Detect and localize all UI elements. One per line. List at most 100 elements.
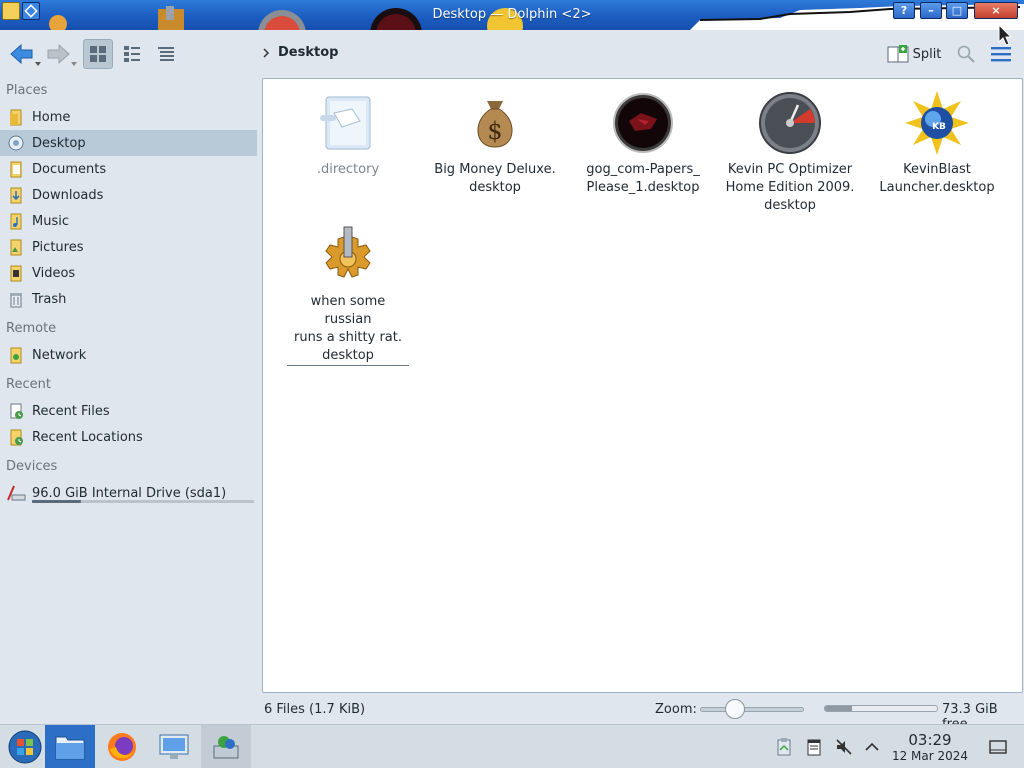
- start-orb-icon: [8, 730, 42, 764]
- kevinblast-icon: KB: [905, 91, 969, 155]
- details-view-icon: [158, 47, 174, 61]
- tray-expand[interactable]: [862, 737, 882, 757]
- sidebar-item-music[interactable]: Music: [0, 208, 262, 234]
- sidebar-item-desktop[interactable]: Desktop: [0, 130, 257, 156]
- details-view-button[interactable]: [151, 39, 181, 69]
- back-arrow-icon: [10, 43, 33, 65]
- breadcrumb[interactable]: Desktop: [262, 45, 338, 60]
- clipboard-icon: [777, 738, 791, 756]
- sidebar-item-home[interactable]: Home: [0, 104, 262, 130]
- task-system-settings[interactable]: [149, 725, 199, 768]
- home-folder-icon: [6, 107, 26, 127]
- speedometer-icon: [759, 92, 821, 154]
- sidebar-item-label: Pictures: [32, 239, 84, 255]
- section-remote: Remote: [6, 321, 57, 336]
- start-button[interactable]: [0, 725, 50, 768]
- sidebar-item-recent-locations[interactable]: Recent Locations: [0, 424, 262, 450]
- split-button[interactable]: Split: [886, 38, 942, 70]
- forward-button[interactable]: [44, 38, 78, 70]
- file-item[interactable]: .directory: [278, 91, 418, 179]
- volume-muted-icon: [836, 739, 852, 755]
- split-label: Split: [912, 46, 942, 62]
- file-label: KevinBlast Launcher.desktop: [879, 162, 995, 195]
- toolbar: Desktop Split: [0, 30, 1024, 78]
- split-view-icon: [887, 45, 909, 63]
- tray-volume[interactable]: [834, 737, 854, 757]
- zoom-slider-handle[interactable]: [725, 699, 746, 719]
- sidebar-item-label: Downloads: [32, 187, 104, 203]
- monitor-settings-icon: [159, 734, 189, 759]
- task-firefox[interactable]: [97, 725, 147, 768]
- money-bag-icon: $: [477, 101, 513, 148]
- tray-notes[interactable]: [804, 737, 824, 757]
- sidebar-item-label: Network: [32, 347, 87, 363]
- minimize-button[interactable]: –: [920, 2, 942, 19]
- mouse-cursor-icon: [998, 24, 1012, 46]
- downloads-folder-icon: [6, 185, 26, 205]
- sidebar-item-label: Trash: [32, 291, 67, 307]
- back-button[interactable]: [8, 38, 42, 70]
- back-dropdown-icon: [35, 62, 41, 66]
- zoom-slider[interactable]: [700, 707, 804, 712]
- svg-text:$: $: [487, 117, 502, 145]
- forward-dropdown-icon: [71, 62, 77, 66]
- music-folder-icon: [6, 211, 26, 231]
- section-places: Places: [6, 83, 48, 98]
- sidebar-item-videos[interactable]: Videos: [0, 260, 262, 286]
- search-button[interactable]: [955, 38, 977, 70]
- window-title: Desktop — Dolphin <2>: [432, 7, 592, 22]
- file-item[interactable]: $ Big Money Deluxe. desktop: [425, 91, 565, 197]
- file-item[interactable]: KB KevinBlast Launcher.desktop: [867, 91, 1007, 197]
- icons-view-button[interactable]: [83, 39, 113, 69]
- maximize-button[interactable]: □: [946, 2, 968, 19]
- trash-icon: [6, 289, 26, 309]
- sidebar-item-label: Documents: [32, 161, 107, 177]
- show-desktop-icon: [989, 740, 1007, 754]
- notes-icon: [807, 739, 821, 756]
- file-item[interactable]: Kevin PC Optimizer Home Edition 2009. de…: [720, 91, 860, 215]
- desktop-icon: [6, 133, 26, 153]
- help-button[interactable]: ?: [893, 2, 915, 19]
- sidebar-item-documents[interactable]: Documents: [0, 156, 262, 182]
- task-installer[interactable]: [201, 725, 251, 768]
- free-space-fill: [825, 706, 852, 711]
- clock[interactable]: 03:29 12 Mar 2024: [884, 731, 976, 764]
- clock-time: 03:29: [908, 731, 952, 749]
- forward-arrow-icon: [47, 43, 70, 65]
- search-icon: [957, 45, 975, 63]
- folder-icon: [55, 736, 85, 760]
- sidebar-item-label: Home: [32, 109, 71, 125]
- svg-text:KB: KB: [932, 122, 946, 132]
- tray-clipboard[interactable]: [774, 737, 794, 757]
- show-desktop-button[interactable]: [988, 737, 1008, 757]
- close-button[interactable]: ×: [974, 2, 1018, 19]
- hard-drive-icon: [6, 483, 26, 503]
- sidebar-item-network[interactable]: Network: [0, 342, 262, 368]
- sidebar-item-label: 96.0 GiB Internal Drive (sda1): [32, 485, 227, 501]
- compact-view-button[interactable]: [117, 39, 147, 69]
- gear-icon: [325, 226, 371, 278]
- sidebar-item-recent-files[interactable]: Recent Files: [0, 398, 262, 424]
- sidebar-item-label: Recent Locations: [32, 429, 143, 445]
- sidebar-item-label: Recent Files: [32, 403, 110, 419]
- chevron-up-icon: [865, 742, 879, 751]
- places-panel: Places Home Desktop Documents Downloads …: [0, 78, 262, 723]
- status-bar: 6 Files (1.7 KiB) Zoom: 73.3 GiB free: [262, 694, 1024, 732]
- file-label: gog_com-Papers_ Please_1.desktop: [586, 162, 700, 195]
- sidebar-item-label: Videos: [32, 265, 76, 281]
- icons-view-icon: [90, 46, 106, 62]
- network-folder-icon: [6, 345, 26, 365]
- task-dolphin[interactable]: [45, 725, 95, 768]
- sidebar-item-downloads[interactable]: Downloads: [0, 182, 262, 208]
- breadcrumb-current[interactable]: Desktop: [278, 45, 338, 60]
- status-summary: 6 Files (1.7 KiB): [264, 702, 366, 717]
- sidebar-item-pictures[interactable]: Pictures: [0, 234, 262, 260]
- section-recent: Recent: [6, 377, 51, 392]
- sidebar-item-trash[interactable]: Trash: [0, 286, 262, 312]
- file-view[interactable]: .directory $ Big Money Deluxe. desktop g…: [262, 78, 1023, 693]
- drive-usage-fill: [32, 500, 81, 503]
- file-item[interactable]: when some russian runs a shitty rat. des…: [287, 223, 409, 366]
- file-item[interactable]: gog_com-Papers_ Please_1.desktop: [573, 91, 713, 197]
- window-titlebar[interactable]: Desktop — Dolphin <2> ? – □ ×: [0, 0, 1024, 30]
- recent-files-icon: [6, 401, 26, 421]
